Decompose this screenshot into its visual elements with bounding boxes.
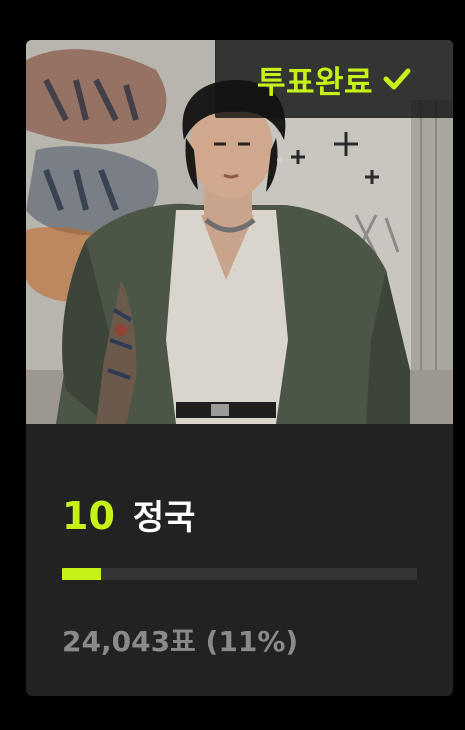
vote-share-fill	[62, 568, 102, 580]
vote-complete-label: 투표완료	[256, 64, 374, 101]
candidate-photo: 투표완료	[26, 40, 453, 424]
rank-number: 10	[62, 494, 115, 538]
member-name: 정국	[132, 498, 196, 538]
rank-row: 10 정국	[62, 490, 195, 539]
check-icon	[383, 68, 411, 90]
candidate-card[interactable]: 투표완료 10 정국 24,043표 (11%)	[26, 40, 453, 696]
vote-count: 24,043표 (11%)	[62, 625, 299, 658]
vote-share-bar	[62, 568, 417, 580]
vote-complete-badge: 투표완료	[215, 40, 453, 118]
candidate-info: 10 정국 24,043표 (11%)	[26, 424, 453, 696]
